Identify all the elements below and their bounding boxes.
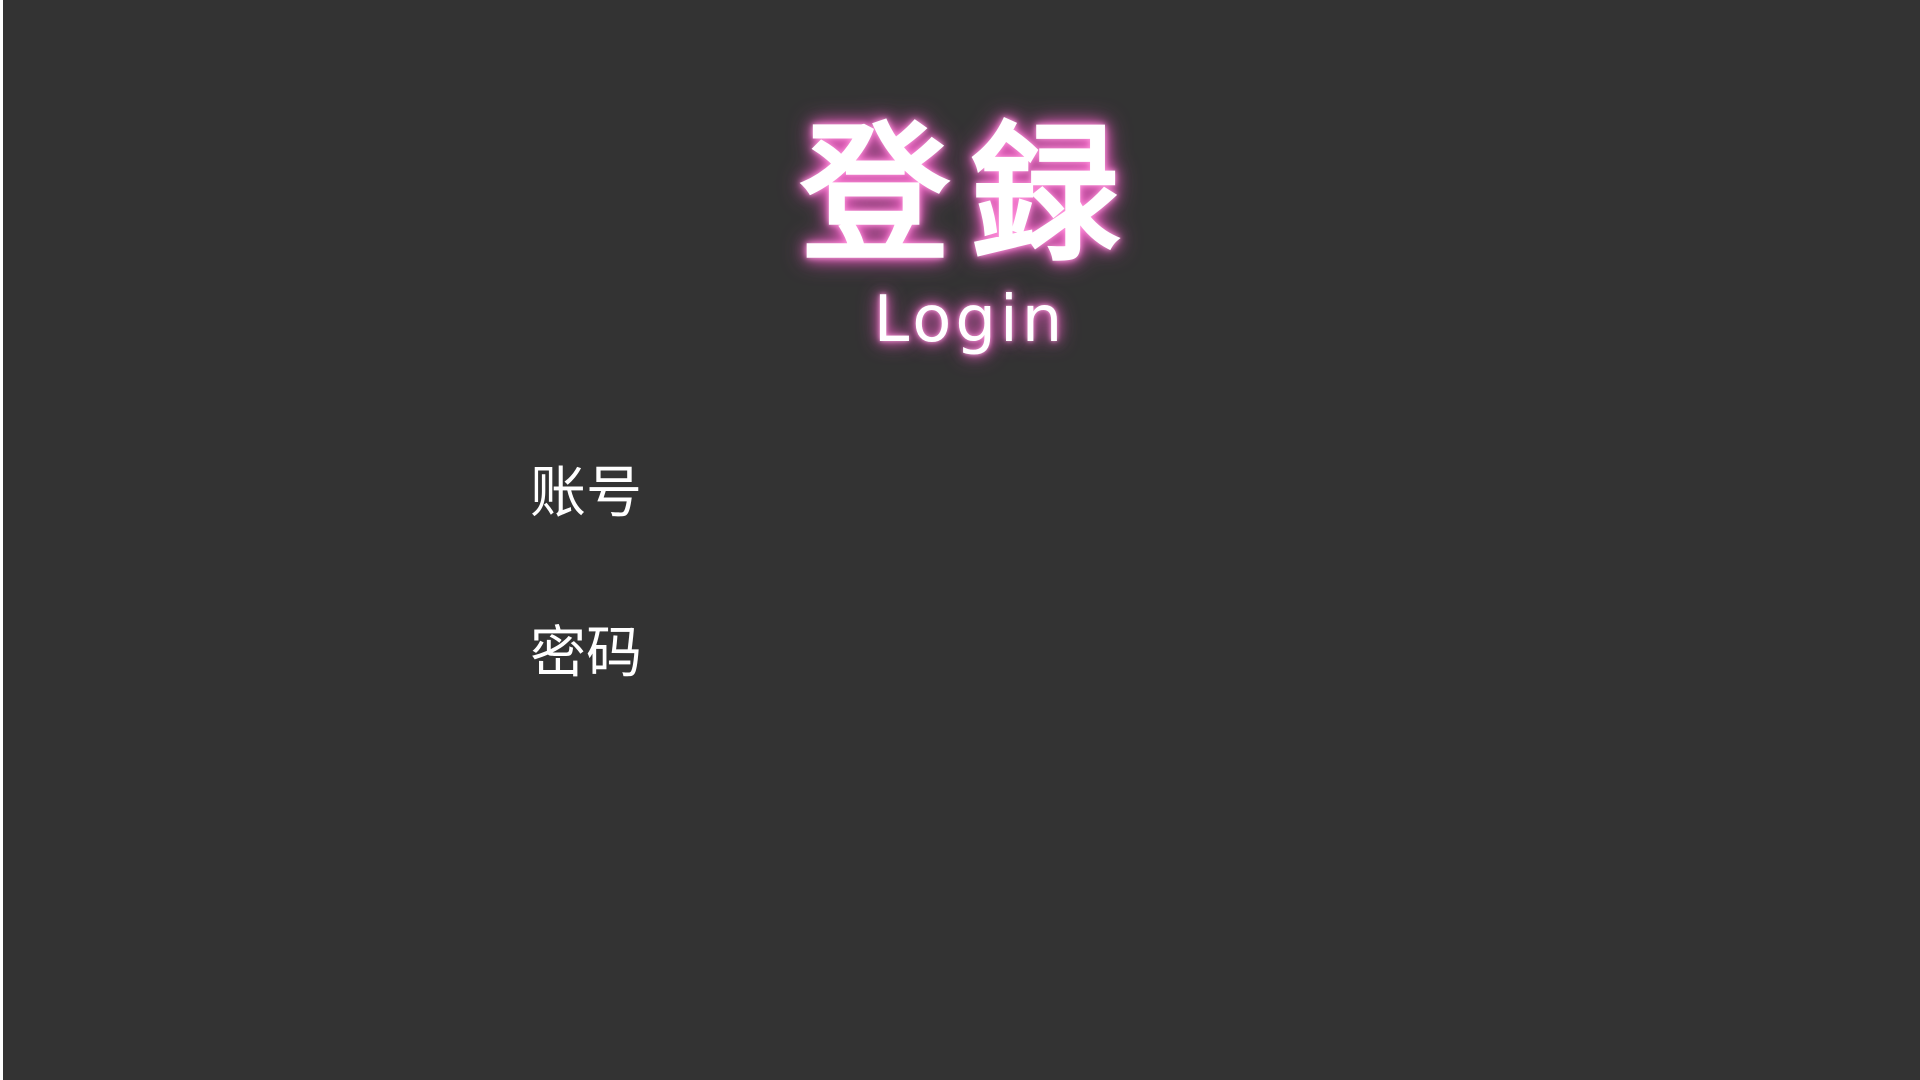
account-label: 账号 — [530, 461, 642, 526]
login-screen: 登録 Login 账号 密码 — [0, 0, 1920, 1080]
password-label: 密码 — [530, 621, 642, 686]
login-title-chinese: 登録 — [800, 107, 1141, 283]
login-title-english: Login — [873, 283, 1067, 357]
window-edge — [0, 0, 3, 1080]
